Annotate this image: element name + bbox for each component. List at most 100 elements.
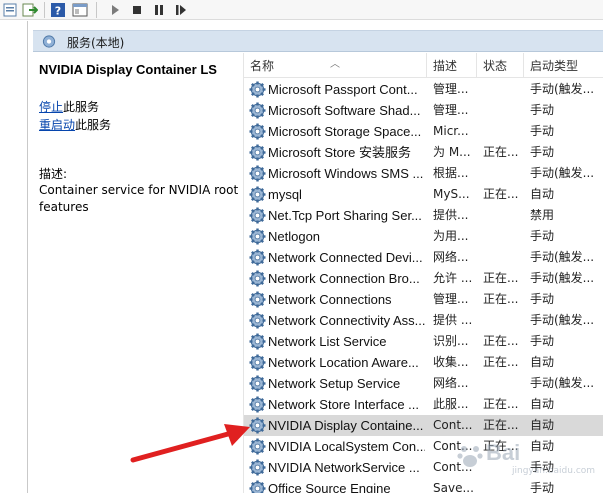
service-row[interactable]: Microsoft Store 安装服务 为 M... 正在... 手动: [244, 142, 603, 163]
service-row[interactable]: Network Store Interface ... 此服... 正在... 自动: [244, 394, 603, 415]
service-name-cell: Network List Service: [268, 334, 387, 349]
service-gear-icon: [249, 165, 266, 182]
description-text: Container service for NVIDIA root featur…: [39, 183, 239, 214]
properties-icon[interactable]: [2, 2, 18, 18]
service-startup-cell: 手动(触发...: [530, 313, 595, 327]
column-header-status[interactable]: 状态: [477, 53, 524, 78]
service-name-cell: Microsoft Windows SMS ...: [268, 166, 424, 181]
service-status-cell: 正在...: [483, 187, 519, 201]
service-gear-icon: [249, 102, 266, 119]
header-title: 服务(本地): [67, 36, 125, 50]
help-icon[interactable]: ?: [50, 2, 66, 18]
service-row[interactable]: Net.Tcp Port Sharing Ser... 提供... 禁用: [244, 205, 603, 226]
service-name-cell: Network Connectivity Ass...: [268, 313, 425, 328]
service-row[interactable]: mysql MyS... 正在... 自动: [244, 184, 603, 205]
service-desc-cell: Cont...: [433, 418, 473, 432]
service-gear-icon: [249, 354, 266, 371]
service-row[interactable]: Network Connected Devi... 网络... 手动(触发...: [244, 247, 603, 268]
service-row[interactable]: Microsoft Passport Cont... 管理... 手动(触发...: [244, 79, 603, 100]
svg-text:?: ?: [55, 5, 61, 18]
stop-link-suffix: 此服务: [63, 100, 100, 114]
service-row[interactable]: Microsoft Windows SMS ... 根据... 手动(触发...: [244, 163, 603, 184]
stop-action: 停止此服务: [39, 98, 99, 115]
service-name-cell: Microsoft Store 安装服务: [268, 145, 412, 160]
service-startup-cell: 禁用: [530, 208, 555, 222]
service-row[interactable]: Network Connection Bro... 允许 ... 正在... 手动(触…: [244, 268, 603, 289]
show-hide-console-tree-icon[interactable]: [72, 2, 88, 18]
start-service-icon[interactable]: [107, 2, 123, 18]
service-desc-cell: 此服...: [433, 397, 469, 411]
service-gear-icon: [249, 375, 266, 392]
stop-service-icon[interactable]: [129, 2, 145, 18]
service-startup-cell: 手动: [530, 334, 555, 348]
watermark-url: jingyan.baidu.com: [512, 466, 596, 476]
service-startup-cell: 手动(触发...: [530, 82, 595, 96]
restart-link-suffix: 此服务: [75, 118, 112, 132]
service-gear-icon: [249, 144, 266, 161]
service-row[interactable]: Microsoft Storage Space... Micr... 手动: [244, 121, 603, 142]
service-gear-icon: [249, 291, 266, 308]
service-gear-icon: [249, 249, 266, 266]
service-status-cell: [483, 121, 523, 142]
service-startup-cell: 自动: [530, 418, 555, 432]
service-row[interactable]: Network List Service 识别... 正在... 手动: [244, 331, 603, 352]
selected-service-name: NVIDIA Display Container LS: [39, 62, 217, 77]
service-status-cell: [483, 79, 523, 100]
service-name-cell: Network Connected Devi...: [268, 250, 423, 265]
service-status-cell: [483, 163, 523, 184]
service-gear-icon: [249, 207, 266, 224]
service-desc-cell: 识别...: [433, 334, 469, 348]
red-arrow-annotation: [130, 424, 250, 463]
service-status-cell: [483, 205, 523, 226]
service-status-cell: 正在...: [483, 292, 519, 306]
service-row[interactable]: NVIDIA Display Containe... Cont... 正在... 自动: [244, 415, 603, 436]
service-name-cell: Microsoft Software Shad...: [268, 103, 421, 118]
export-list-icon[interactable]: [22, 2, 38, 18]
service-row[interactable]: Network Setup Service 网络... 手动(触发...: [244, 373, 603, 394]
description-label: 描述:: [39, 167, 68, 181]
service-startup-cell: 自动: [530, 397, 555, 411]
service-name-cell: Microsoft Storage Space...: [268, 124, 422, 139]
stop-service-link[interactable]: 停止: [39, 100, 63, 114]
service-name-cell: NVIDIA LocalSystem Con...: [268, 439, 425, 454]
service-name-cell: mysql: [268, 187, 302, 202]
service-desc-cell: 提供 ...: [433, 313, 473, 327]
service-row[interactable]: Network Connections 管理... 正在... 手动: [244, 289, 603, 310]
watermark-brand: Bai: [486, 440, 521, 465]
service-row[interactable]: Network Connectivity Ass... 提供 ... 手动(触发..…: [244, 310, 603, 331]
service-startup-cell: 手动(触发...: [530, 271, 595, 285]
service-gear-icon: [249, 270, 266, 287]
restart-service-link[interactable]: 重启动: [39, 118, 75, 132]
pause-service-icon[interactable]: [151, 2, 167, 18]
service-row[interactable]: Microsoft Software Shad... 管理... 手动: [244, 100, 603, 121]
service-name-cell: Netlogon: [268, 229, 321, 244]
service-status-cell: [483, 226, 523, 247]
service-startup-cell: 手动: [530, 145, 555, 159]
service-name-cell: Net.Tcp Port Sharing Ser...: [268, 208, 422, 223]
service-name-cell: Office Source Engine: [268, 481, 391, 493]
service-name-cell: Network Store Interface ...: [268, 397, 420, 412]
service-desc-cell: 根据...: [433, 166, 469, 180]
service-gear-icon: [249, 480, 266, 493]
service-row[interactable]: Netlogon 为用... 手动: [244, 226, 603, 247]
restart-service-icon[interactable]: [173, 2, 189, 18]
service-status-cell: 正在...: [483, 397, 519, 411]
service-desc-cell: 提供...: [433, 208, 469, 222]
service-name-cell: Microsoft Passport Cont...: [268, 82, 418, 97]
service-row[interactable]: Network Location Aware... 收集... 正在... 自动: [244, 352, 603, 373]
service-gear-icon: [249, 333, 266, 350]
column-header-name[interactable]: 名称 ︿: [244, 53, 427, 78]
service-desc-cell: 网络...: [433, 376, 469, 390]
service-name-cell: Network Setup Service: [268, 376, 401, 391]
toolbar: ?: [0, 0, 603, 20]
service-startup-cell: 手动: [530, 124, 555, 138]
service-desc-cell: 允许 ...: [433, 271, 473, 285]
service-status-cell: [483, 373, 523, 394]
service-name-cell: NVIDIA Display Containe...: [268, 418, 424, 433]
service-desc-cell: 网络...: [433, 250, 469, 264]
column-header: 名称 ︿ 描述 状态 启动类型: [244, 53, 603, 78]
service-gear-icon: [249, 81, 266, 98]
column-header-startup[interactable]: 启动类型: [524, 53, 603, 78]
services-header-bar: 服务(本地): [33, 30, 603, 52]
column-header-desc[interactable]: 描述: [427, 53, 477, 78]
